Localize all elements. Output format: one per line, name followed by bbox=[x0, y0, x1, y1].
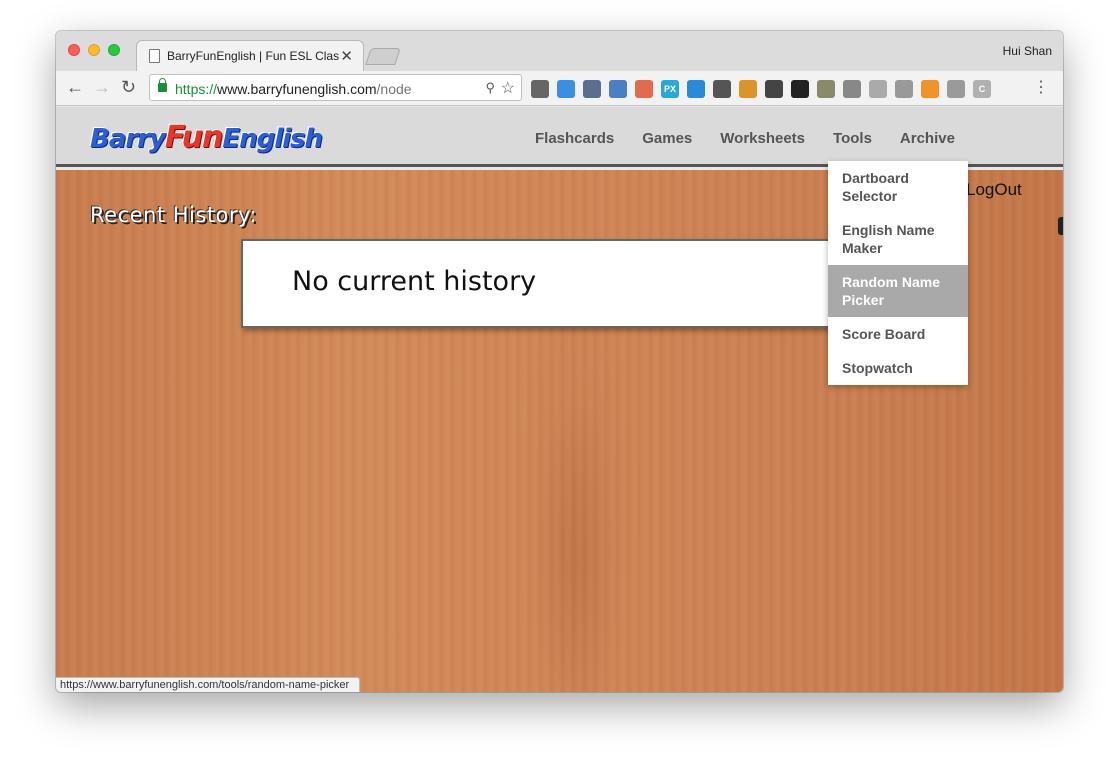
tab-close-icon[interactable]: ✕ bbox=[340, 47, 353, 65]
safari-extension-icon[interactable] bbox=[557, 80, 575, 98]
page-icon bbox=[149, 49, 160, 63]
nav-games[interactable]: Games bbox=[642, 130, 692, 147]
reload-icon[interactable]: ↻ bbox=[121, 77, 136, 98]
menu-item-random-name-picker[interactable]: Random Name Picker bbox=[828, 265, 968, 317]
history-empty-text: No current history bbox=[292, 266, 537, 297]
url-scheme: https:// bbox=[175, 81, 218, 97]
url-host: www.barryfunenglish.com bbox=[217, 81, 377, 97]
new-tab-button[interactable] bbox=[365, 48, 401, 65]
menu-item-dartboard-selector[interactable]: Dartboard Selector bbox=[828, 161, 968, 213]
url-path: /node bbox=[376, 81, 412, 97]
extension-toolbar: PX C bbox=[531, 78, 991, 100]
download-arrow-extension-icon[interactable] bbox=[687, 80, 705, 98]
logout-link[interactable]: LogOut bbox=[966, 180, 1022, 200]
eyedropper-extension-icon[interactable] bbox=[583, 80, 601, 98]
grid-extension-icon[interactable] bbox=[895, 80, 913, 98]
site-nav: Flashcards Games Worksheets Tools Archiv… bbox=[535, 130, 955, 147]
browser-menu-icon[interactable]: ⋮ bbox=[1033, 77, 1049, 97]
site-header: BarryFunEnglish Flashcards Games Workshe… bbox=[56, 107, 1063, 167]
window-extension-icon[interactable] bbox=[843, 80, 861, 98]
zoom-window-button[interactable] bbox=[108, 44, 120, 56]
nav-archive[interactable]: Archive bbox=[900, 130, 955, 147]
nav-flashcards[interactable]: Flashcards bbox=[535, 130, 614, 147]
disc-extension-icon[interactable] bbox=[869, 80, 887, 98]
browser-toolbar: ← → ↻ https://www.barryfunenglish.com/no… bbox=[56, 71, 1063, 106]
px-extension-icon[interactable]: PX bbox=[661, 80, 679, 98]
logo-part-english: English bbox=[222, 124, 323, 154]
web-page: BarryFunEnglish Flashcards Games Workshe… bbox=[56, 107, 1063, 692]
browser-window: BarryFunEnglish | Fun ESL Clas ✕ Hui Sha… bbox=[56, 31, 1063, 692]
status-bar-link-preview: https://www.barryfunenglish.com/tools/ra… bbox=[56, 677, 361, 692]
arrow-down-extension-icon[interactable] bbox=[947, 80, 965, 98]
history-panel: No current history bbox=[241, 239, 846, 328]
puzzle-extension-icon[interactable] bbox=[817, 80, 835, 98]
download-tray-extension-icon[interactable] bbox=[609, 80, 627, 98]
logo-part-barry: Barry bbox=[90, 124, 166, 154]
bookmark-star-icon[interactable]: ☆ bbox=[501, 78, 515, 98]
menu-item-stopwatch[interactable]: Stopwatch bbox=[828, 351, 968, 385]
recycle-extension-icon[interactable] bbox=[713, 80, 731, 98]
menu-item-english-name-maker[interactable]: English Name Maker bbox=[828, 213, 968, 265]
lock-icon bbox=[158, 78, 167, 92]
edge-scroll-handle[interactable] bbox=[1058, 217, 1063, 235]
menu-item-score-board[interactable]: Score Board bbox=[828, 317, 968, 351]
close-window-button[interactable] bbox=[68, 44, 80, 56]
cart-extension-icon[interactable] bbox=[765, 80, 783, 98]
nav-worksheets[interactable]: Worksheets bbox=[720, 130, 805, 147]
address-bar[interactable]: https://www.barryfunenglish.com/node ⚲ ☆ bbox=[149, 74, 522, 101]
rss-extension-icon[interactable] bbox=[921, 80, 939, 98]
note-extension-icon[interactable] bbox=[635, 80, 653, 98]
circle-download-extension-icon[interactable] bbox=[791, 80, 809, 98]
logo-part-fun: Fun bbox=[164, 120, 223, 155]
tab-title: BarryFunEnglish | Fun ESL Clas bbox=[167, 49, 339, 63]
nav-tools[interactable]: Tools bbox=[833, 130, 872, 147]
forward-arrow-icon[interactable]: → bbox=[93, 77, 111, 98]
c-extension-icon[interactable]: C bbox=[973, 80, 991, 98]
key-icon[interactable]: ⚲ bbox=[485, 80, 495, 96]
site-logo[interactable]: BarryFunEnglish bbox=[90, 120, 323, 155]
bug-extension-icon[interactable] bbox=[531, 80, 549, 98]
browser-tab-active[interactable]: BarryFunEnglish | Fun ESL Clas ✕ bbox=[136, 40, 364, 71]
recent-history-title: Recent History: bbox=[90, 203, 258, 227]
tools-dropdown-menu: Dartboard Selector English Name Maker Ra… bbox=[828, 161, 968, 385]
back-arrow-icon[interactable]: ← bbox=[66, 77, 84, 98]
url-text[interactable]: https://www.barryfunenglish.com/node bbox=[175, 81, 412, 97]
profile-name[interactable]: Hui Shan bbox=[1003, 44, 1052, 58]
minimize-window-button[interactable] bbox=[88, 44, 100, 56]
tab-strip: BarryFunEnglish | Fun ESL Clas ✕ Hui Sha… bbox=[56, 31, 1063, 71]
signpost-extension-icon[interactable] bbox=[739, 80, 757, 98]
